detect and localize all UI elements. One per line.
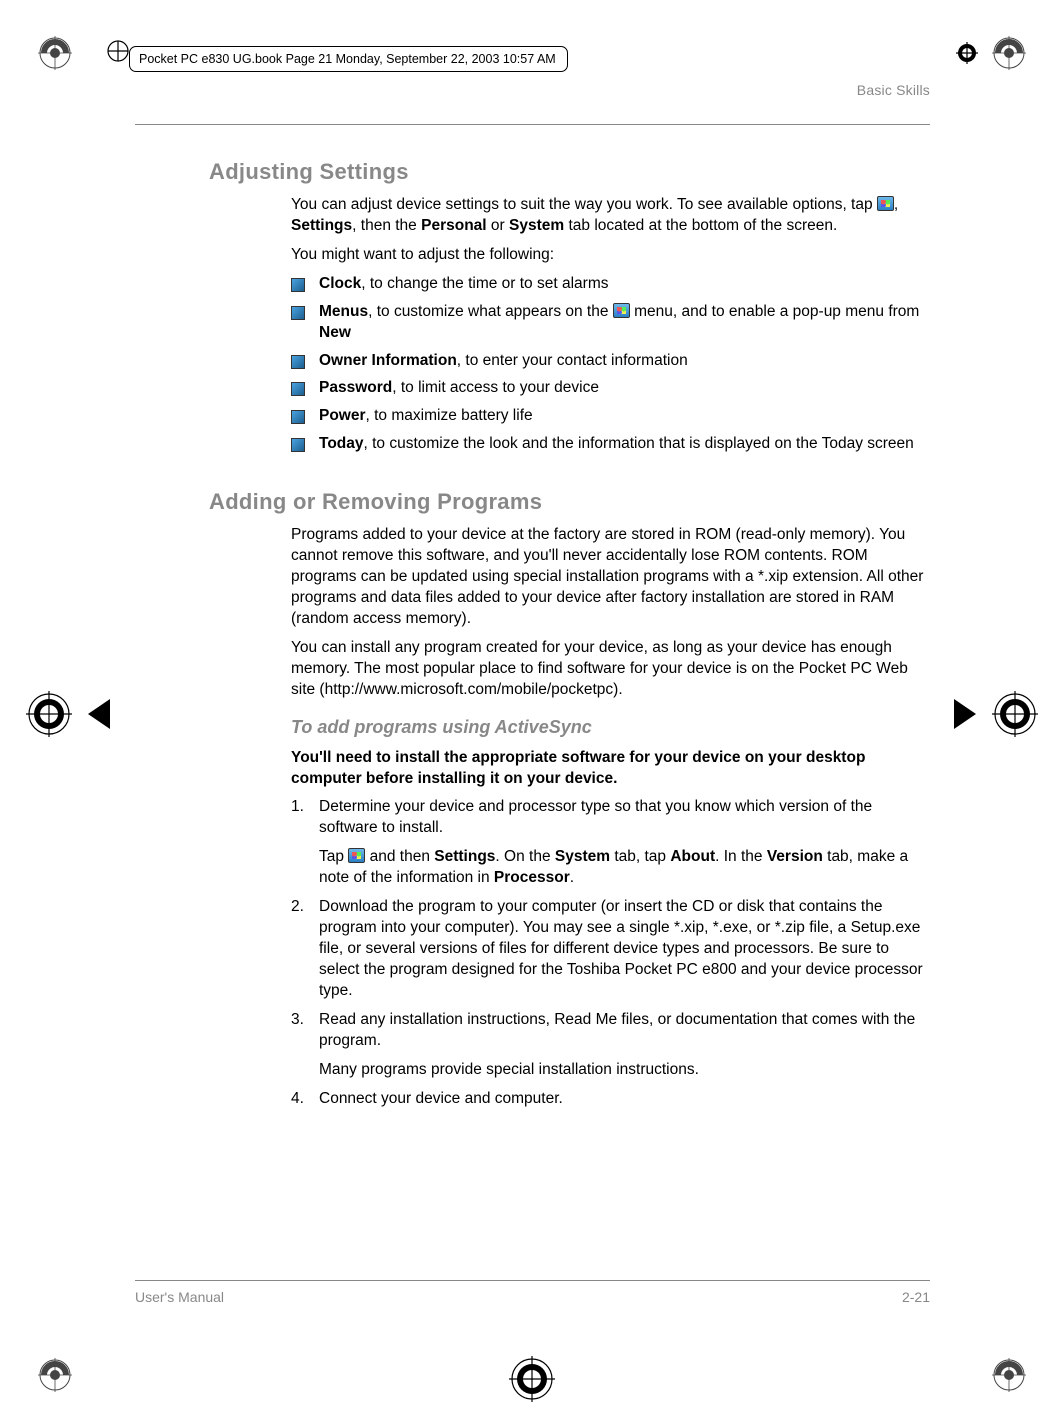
list-item: Owner Information, to enter your contact… [291, 351, 927, 372]
settings-list: Clock, to change the time or to set alar… [291, 274, 927, 455]
activesync-steps: Determine your device and processor type… [291, 797, 927, 1109]
registration-arrow-icon [956, 42, 978, 64]
list-item: Connect your device and computer. [291, 1089, 927, 1110]
heading-adjusting-settings: Adjusting Settings [209, 159, 930, 185]
step3-detail: Many programs provide special installati… [319, 1060, 927, 1081]
document-meta-text: Pocket PC e830 UG.book Page 21 Monday, S… [139, 52, 556, 66]
registration-mark-icon [26, 691, 72, 737]
page-content: Basic Skills Adjusting Settings You can … [135, 82, 930, 1117]
start-menu-icon [348, 848, 365, 863]
para-adjusting-lead: You might want to adjust the following: [291, 245, 927, 266]
registration-mark-icon [509, 1356, 555, 1402]
document-meta-frame: Pocket PC e830 UG.book Page 21 Monday, S… [129, 46, 568, 72]
list-item: Today, to customize the look and the inf… [291, 434, 927, 455]
header-rule [135, 124, 930, 125]
list-item: Download the program to your computer (o… [291, 897, 927, 1002]
heading-activesync: To add programs using ActiveSync [291, 717, 930, 738]
running-header: Basic Skills [135, 82, 930, 98]
list-item: Password, to limit access to your device [291, 378, 927, 399]
crop-mark-icon [38, 1358, 72, 1392]
crop-mark-icon [38, 36, 72, 70]
step1-detail: Tap and then Settings. On the System tab… [319, 847, 927, 889]
footer-rule [135, 1280, 930, 1281]
para-adding-1: Programs added to your device at the fac… [291, 525, 927, 630]
registration-arrow-icon [88, 699, 110, 729]
footer-page-number: 2-21 [902, 1289, 930, 1305]
list-item: Power, to maximize battery life [291, 406, 927, 427]
footer-left: User's Manual [135, 1289, 224, 1305]
crop-mark-icon [992, 36, 1026, 70]
start-menu-icon [613, 303, 630, 318]
para-adding-2: You can install any program created for … [291, 638, 927, 701]
start-menu-icon [877, 196, 894, 211]
para-adjusting-intro: You can adjust device settings to suit t… [291, 195, 927, 237]
list-item: Determine your device and processor type… [291, 797, 927, 889]
page-footer: User's Manual 2-21 [135, 1280, 930, 1305]
para-activesync-lead: You'll need to install the appropriate s… [291, 748, 927, 790]
registration-mark-icon [992, 691, 1038, 737]
list-item: Read any installation instructions, Read… [291, 1010, 927, 1081]
heading-adding-removing: Adding or Removing Programs [209, 489, 930, 515]
list-item: Clock, to change the time or to set alar… [291, 274, 927, 295]
list-item: Menus, to customize what appears on the … [291, 302, 927, 344]
crop-mark-icon [992, 1358, 1026, 1392]
registration-arrow-icon [954, 699, 976, 729]
